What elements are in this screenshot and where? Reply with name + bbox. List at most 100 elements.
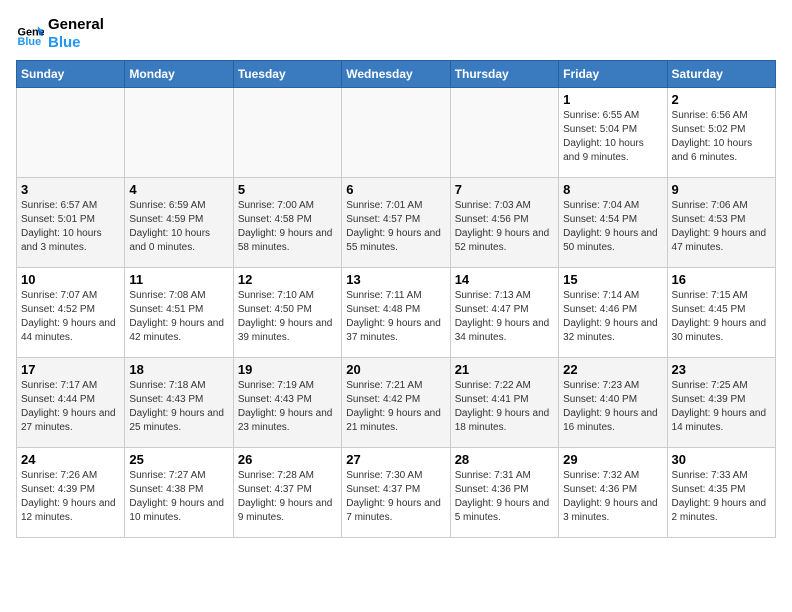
day-info: Sunrise: 7:32 AM Sunset: 4:36 PM Dayligh… (563, 469, 662, 525)
day-info: Sunrise: 7:01 AM Sunset: 4:57 PM Dayligh… (346, 199, 445, 255)
day-info: Sunrise: 7:11 AM Sunset: 4:48 PM Dayligh… (346, 289, 445, 345)
calendar-cell: 6Sunrise: 7:01 AM Sunset: 4:57 PM Daylig… (342, 178, 450, 268)
day-info: Sunrise: 7:28 AM Sunset: 4:37 PM Dayligh… (238, 469, 337, 525)
calendar-cell: 11 Sunrise: 7:08 AM Sunset: 4:51 PM Dayli… (125, 268, 233, 358)
day-number: 10 (21, 272, 120, 287)
calendar-cell: 27 Sunrise: 7:30 AM Sunset: 4:37 PM Dayli… (342, 448, 450, 538)
calendar-cell (17, 88, 125, 178)
day-info: Sunrise: 7:23 AM Sunset: 4:40 PM Dayligh… (563, 379, 662, 435)
day-number: 14 (455, 272, 554, 287)
calendar-cell: 22 Sunrise: 7:23 AM Sunset: 4:40 PM Dayli… (559, 358, 667, 448)
day-number: 3 (21, 182, 120, 197)
day-number: 20 (346, 362, 445, 377)
day-number: 27 (346, 452, 445, 467)
day-header-tuesday: Tuesday (233, 61, 341, 88)
day-info: Sunrise: 7:33 AM Sunset: 4:35 PM Dayligh… (672, 469, 771, 525)
logo-line1: General (48, 16, 104, 34)
day-info: Sunrise: 7:21 AM Sunset: 4:42 PM Dayligh… (346, 379, 445, 435)
day-info: Sunrise: 7:03 AM Sunset: 4:56 PM Dayligh… (455, 199, 554, 255)
day-number: 15 (563, 272, 662, 287)
calendar-cell: 8 Sunrise: 7:04 AM Sunset: 4:54 PM Daylig… (559, 178, 667, 268)
day-number: 7 (455, 182, 554, 197)
calendar-cell: 18 Sunrise: 7:18 AM Sunset: 4:43 PM Dayli… (125, 358, 233, 448)
calendar-cell: 5Sunrise: 7:00 AM Sunset: 4:58 PM Daylig… (233, 178, 341, 268)
day-info: Sunrise: 7:14 AM Sunset: 4:46 PM Dayligh… (563, 289, 662, 345)
day-number: 17 (21, 362, 120, 377)
day-number: 9 (672, 182, 771, 197)
day-number: 11 (129, 272, 228, 287)
day-number: 30 (672, 452, 771, 467)
calendar-cell: 13 Sunrise: 7:11 AM Sunset: 4:48 PM Dayli… (342, 268, 450, 358)
day-number: 21 (455, 362, 554, 377)
header: General Blue General Blue (16, 16, 776, 52)
day-number: 26 (238, 452, 337, 467)
day-number: 13 (346, 272, 445, 287)
logo-line2: Blue (48, 34, 104, 52)
day-info: Sunrise: 7:19 AM Sunset: 4:43 PM Dayligh… (238, 379, 337, 435)
day-number: 18 (129, 362, 228, 377)
day-number: 4 (129, 182, 228, 197)
day-number: 25 (129, 452, 228, 467)
day-header-thursday: Thursday (450, 61, 558, 88)
calendar-cell: 16Sunrise: 7:15 AM Sunset: 4:45 PM Dayli… (667, 268, 775, 358)
day-info: Sunrise: 6:57 AM Sunset: 5:01 PM Dayligh… (21, 199, 120, 255)
calendar-cell (125, 88, 233, 178)
calendar-cell: 17 Sunrise: 7:17 AM Sunset: 4:44 PM Dayli… (17, 358, 125, 448)
day-info: Sunrise: 7:25 AM Sunset: 4:39 PM Dayligh… (672, 379, 771, 435)
day-number: 28 (455, 452, 554, 467)
day-info: Sunrise: 7:31 AM Sunset: 4:36 PM Dayligh… (455, 469, 554, 525)
logo: General Blue General Blue (16, 16, 104, 52)
day-info: Sunrise: 7:27 AM Sunset: 4:38 PM Dayligh… (129, 469, 228, 525)
calendar-cell (450, 88, 558, 178)
calendar-cell: 7 Sunrise: 7:03 AM Sunset: 4:56 PM Daylig… (450, 178, 558, 268)
day-info: Sunrise: 6:56 AM Sunset: 5:02 PM Dayligh… (672, 109, 771, 165)
day-number: 19 (238, 362, 337, 377)
day-number: 23 (672, 362, 771, 377)
calendar-cell: 14 Sunrise: 7:13 AM Sunset: 4:47 PM Dayli… (450, 268, 558, 358)
day-info: Sunrise: 7:22 AM Sunset: 4:41 PM Dayligh… (455, 379, 554, 435)
day-header-wednesday: Wednesday (342, 61, 450, 88)
calendar-cell: 1Sunrise: 6:55 AM Sunset: 5:04 PM Daylig… (559, 88, 667, 178)
week-row-1: 1Sunrise: 6:55 AM Sunset: 5:04 PM Daylig… (17, 88, 776, 178)
day-info: Sunrise: 7:30 AM Sunset: 4:37 PM Dayligh… (346, 469, 445, 525)
day-header-saturday: Saturday (667, 61, 775, 88)
day-info: Sunrise: 7:07 AM Sunset: 4:52 PM Dayligh… (21, 289, 120, 345)
week-row-4: 17 Sunrise: 7:17 AM Sunset: 4:44 PM Dayli… (17, 358, 776, 448)
day-header-friday: Friday (559, 61, 667, 88)
calendar-cell (342, 88, 450, 178)
day-header-monday: Monday (125, 61, 233, 88)
calendar-cell: 2Sunrise: 6:56 AM Sunset: 5:02 PM Daylig… (667, 88, 775, 178)
day-number: 8 (563, 182, 662, 197)
day-info: Sunrise: 7:00 AM Sunset: 4:58 PM Dayligh… (238, 199, 337, 255)
day-info: Sunrise: 7:04 AM Sunset: 4:54 PM Dayligh… (563, 199, 662, 255)
calendar-cell: 3 Sunrise: 6:57 AM Sunset: 5:01 PM Daylig… (17, 178, 125, 268)
calendar-cell: 20 Sunrise: 7:21 AM Sunset: 4:42 PM Dayli… (342, 358, 450, 448)
calendar-cell: 30 Sunrise: 7:33 AM Sunset: 4:35 PM Dayli… (667, 448, 775, 538)
week-row-3: 10 Sunrise: 7:07 AM Sunset: 4:52 PM Dayli… (17, 268, 776, 358)
week-row-2: 3 Sunrise: 6:57 AM Sunset: 5:01 PM Daylig… (17, 178, 776, 268)
day-number: 24 (21, 452, 120, 467)
day-number: 12 (238, 272, 337, 287)
day-info: Sunrise: 7:06 AM Sunset: 4:53 PM Dayligh… (672, 199, 771, 255)
logo-icon: General Blue (16, 20, 44, 48)
day-info: Sunrise: 7:08 AM Sunset: 4:51 PM Dayligh… (129, 289, 228, 345)
calendar-cell: 23 Sunrise: 7:25 AM Sunset: 4:39 PM Dayli… (667, 358, 775, 448)
day-number: 29 (563, 452, 662, 467)
day-info: Sunrise: 7:26 AM Sunset: 4:39 PM Dayligh… (21, 469, 120, 525)
day-number: 1 (563, 92, 662, 107)
day-info: Sunrise: 7:18 AM Sunset: 4:43 PM Dayligh… (129, 379, 228, 435)
svg-text:Blue: Blue (18, 36, 42, 48)
day-info: Sunrise: 6:59 AM Sunset: 4:59 PM Dayligh… (129, 199, 228, 255)
day-info: Sunrise: 7:17 AM Sunset: 4:44 PM Dayligh… (21, 379, 120, 435)
day-number: 16 (672, 272, 771, 287)
calendar-cell: 24 Sunrise: 7:26 AM Sunset: 4:39 PM Dayli… (17, 448, 125, 538)
calendar-cell: 12 Sunrise: 7:10 AM Sunset: 4:50 PM Dayli… (233, 268, 341, 358)
day-info: Sunrise: 7:13 AM Sunset: 4:47 PM Dayligh… (455, 289, 554, 345)
calendar-cell: 28 Sunrise: 7:31 AM Sunset: 4:36 PM Dayli… (450, 448, 558, 538)
calendar-table: SundayMondayTuesdayWednesdayThursdayFrid… (16, 60, 776, 538)
calendar-cell: 26 Sunrise: 7:28 AM Sunset: 4:37 PM Dayli… (233, 448, 341, 538)
day-number: 22 (563, 362, 662, 377)
week-row-5: 24 Sunrise: 7:26 AM Sunset: 4:39 PM Dayli… (17, 448, 776, 538)
calendar-cell: 19 Sunrise: 7:19 AM Sunset: 4:43 PM Dayli… (233, 358, 341, 448)
day-info: Sunrise: 7:10 AM Sunset: 4:50 PM Dayligh… (238, 289, 337, 345)
